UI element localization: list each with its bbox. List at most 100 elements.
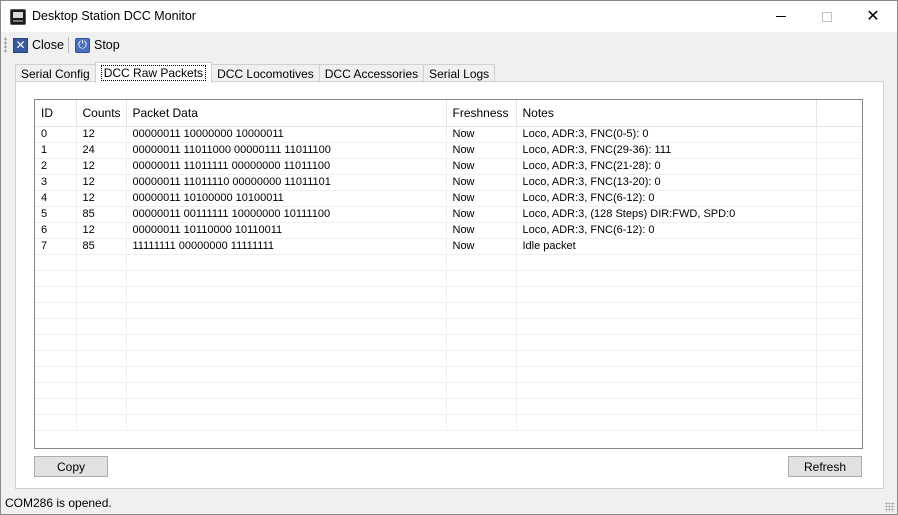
tab-dcc-accessories[interactable]: DCC Accessories <box>318 64 425 82</box>
column-header-notes[interactable]: Notes <box>516 100 817 127</box>
power-icon: ⏻ <box>75 37 90 53</box>
cell-id <box>35 254 77 271</box>
empty-row[interactable] <box>35 398 862 415</box>
table-row[interactable]: 7 85 11111111 00000000 11111111 Now Idle pac… <box>35 238 862 255</box>
empty-row[interactable] <box>35 382 862 399</box>
cell-notes <box>516 254 817 271</box>
app-monitor-icon <box>10 9 26 25</box>
cell-id <box>35 350 77 367</box>
cell-filler <box>816 142 862 159</box>
cell-freshness <box>446 334 517 351</box>
tab-serial-config[interactable]: Serial Config <box>15 64 96 82</box>
empty-row[interactable] <box>35 302 862 319</box>
empty-row[interactable] <box>35 318 862 335</box>
cell-notes: Loco, ADR:3, FNC(29-36): 111 <box>516 142 817 159</box>
cell-notes <box>516 366 817 383</box>
column-header-id[interactable]: ID <box>35 100 77 127</box>
cell-packet-data: 00000011 10100000 10100011 <box>126 190 447 207</box>
table-row[interactable]: 4 12 00000011 10100000 10100011 Now Loco, AD… <box>35 190 862 207</box>
refresh-button[interactable]: Refresh <box>788 456 862 477</box>
cell-counts: 85 <box>76 206 127 223</box>
cell-notes <box>516 334 817 351</box>
cell-counts <box>76 286 127 303</box>
cell-counts <box>76 366 127 383</box>
stop-button[interactable]: ⏻ Stop <box>75 35 120 55</box>
cell-filler <box>816 286 862 303</box>
empty-row[interactable] <box>35 270 862 287</box>
cell-counts <box>76 398 127 415</box>
cell-filler <box>816 334 862 351</box>
minimize-icon <box>776 16 786 17</box>
cell-filler <box>816 366 862 383</box>
cell-packet-data <box>126 302 447 319</box>
cell-id <box>35 318 77 335</box>
cell-freshness: Now <box>446 206 517 223</box>
cell-freshness <box>446 254 517 271</box>
cell-counts <box>76 350 127 367</box>
minimize-button[interactable] <box>758 1 804 32</box>
packet-table: ID Counts Packet Data Freshness Notes 01… <box>35 100 862 431</box>
cell-packet-data <box>126 382 447 399</box>
close-x-icon: ✕ <box>13 37 28 53</box>
cell-notes: Idle packet <box>516 238 817 255</box>
window-title: Desktop Station DCC Monitor <box>32 9 196 23</box>
table-row[interactable]: 3 12 00000011 11011110 00000000 11011101 No… <box>35 174 862 191</box>
empty-row[interactable] <box>35 366 862 383</box>
column-header-freshness[interactable]: Freshness <box>446 100 517 127</box>
cell-packet-data <box>126 398 447 415</box>
cell-notes: Loco, ADR:3, FNC(6-12): 0 <box>516 222 817 239</box>
cell-id <box>35 366 77 383</box>
cell-notes <box>516 414 817 431</box>
cell-id: 0 <box>35 126 77 143</box>
cell-notes <box>516 302 817 319</box>
close-button[interactable]: ✕ Close <box>13 35 64 55</box>
copy-button[interactable]: Copy <box>34 456 108 477</box>
cell-freshness <box>446 318 517 335</box>
tab-label: DCC Locomotives <box>217 66 314 81</box>
tab-label: DCC Raw Packets <box>100 65 207 81</box>
cell-counts: 12 <box>76 190 127 207</box>
table-row[interactable]: 6 12 00000011 10110000 10110011 Now Loco, AD… <box>35 222 862 239</box>
column-header-counts[interactable]: Counts <box>76 100 127 127</box>
cell-filler <box>816 414 862 431</box>
stop-button-label: Stop <box>94 38 120 52</box>
empty-row[interactable] <box>35 350 862 367</box>
cell-packet-data: 00000011 11011000 00000111 11011100 <box>126 142 447 159</box>
window-close-button[interactable]: ✕ <box>850 1 896 32</box>
cell-freshness: Now <box>446 142 517 159</box>
tab-label: DCC Accessories <box>324 66 419 81</box>
cell-filler <box>816 190 862 207</box>
cell-notes <box>516 286 817 303</box>
column-header-packet-data[interactable]: Packet Data <box>126 100 447 127</box>
title-bar[interactable]: Desktop Station DCC Monitor ✕ <box>1 1 897 32</box>
cell-packet-data: 11111111 00000000 11111111 <box>126 238 447 255</box>
tab-dcc-raw-packets[interactable]: DCC Raw Packets <box>94 62 213 83</box>
status-bar: COM286 is opened. <box>1 492 897 514</box>
toolbar-grip-icon[interactable] <box>4 37 7 53</box>
resize-grip-icon[interactable] <box>885 502 895 512</box>
empty-row[interactable] <box>35 286 862 303</box>
packet-grid[interactable]: ID Counts Packet Data Freshness Notes 01… <box>34 99 863 449</box>
empty-row[interactable] <box>35 254 862 271</box>
cell-packet-data: 00000011 11011111 00000000 11011100 <box>126 158 447 175</box>
cell-id: 3 <box>35 174 77 191</box>
cell-packet-data <box>126 286 447 303</box>
cell-counts: 12 <box>76 126 127 143</box>
tab-serial-logs[interactable]: Serial Logs <box>423 64 496 82</box>
cell-packet-data: 00000011 10000000 10000011 <box>126 126 447 143</box>
cell-id <box>35 334 77 351</box>
cell-id <box>35 414 77 431</box>
cell-packet-data <box>126 366 447 383</box>
tab-panel-dcc-raw-packets: ID Counts Packet Data Freshness Notes 01… <box>15 81 884 489</box>
table-row[interactable]: 5 85 00000011 00111111 10000000 10111100 No… <box>35 206 862 223</box>
table-row[interactable]: 0 12 00000011 10000000 10000011 Now Loco, AD… <box>35 126 862 143</box>
empty-row[interactable] <box>35 334 862 351</box>
cell-id: 5 <box>35 206 77 223</box>
table-row[interactable]: 1 24 00000011 11011000 00000111 11011100 No… <box>35 142 862 159</box>
maximize-button[interactable] <box>804 1 850 32</box>
tab-dcc-locomotives[interactable]: DCC Locomotives <box>211 64 320 82</box>
table-row[interactable]: 2 12 00000011 11011111 00000000 11011100 No… <box>35 158 862 175</box>
empty-row[interactable] <box>35 414 862 431</box>
cell-notes <box>516 382 817 399</box>
toolbar: ✕ Close ⏻ Stop <box>1 32 897 57</box>
